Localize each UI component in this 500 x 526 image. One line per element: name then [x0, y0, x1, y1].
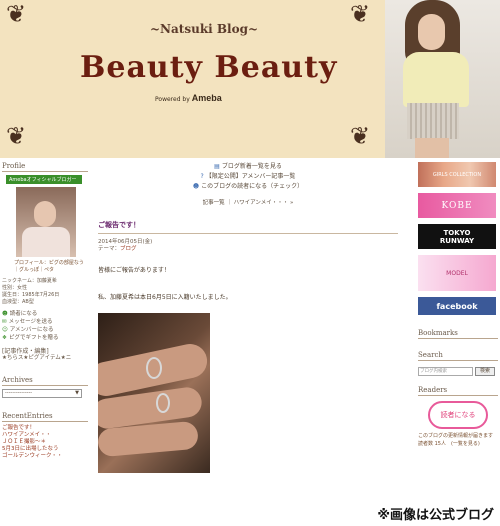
- link-amember-list[interactable]: ? 【限定公開】アメンバー記事一覧: [98, 172, 398, 182]
- action-message[interactable]: ✉ メッセージを送る: [2, 318, 88, 326]
- action-subscribe[interactable]: ☻ 読者になる: [2, 310, 88, 318]
- search-heading: Search: [418, 351, 498, 361]
- official-blogger-badge[interactable]: Amebaオフィシャルブロガー: [6, 175, 82, 184]
- recent-item[interactable]: ゴールデンウィーク・・: [2, 453, 88, 460]
- ameba-logo: Ameba: [191, 93, 222, 103]
- envelope-icon: ✉: [2, 319, 7, 325]
- subscribe-button[interactable]: 読者になる: [428, 401, 488, 429]
- chevron-down-icon: ▼: [75, 390, 79, 396]
- powered-prefix: Powered by: [155, 96, 190, 103]
- left-sidebar: Profile Amebaオフィシャルブロガー プロフィール：ピグの部屋なう｜グ…: [2, 162, 88, 507]
- banner-girls-collection[interactable]: GIRLS COLLECTION: [418, 162, 496, 187]
- link-new-entries[interactable]: ▤ ブログ新着一覧を見る: [98, 162, 398, 172]
- header-photo: [385, 0, 500, 158]
- reader-info: このブログの更新情報が届きます: [418, 433, 494, 439]
- profile-heading: Profile: [2, 162, 88, 172]
- search-button[interactable]: 検索: [475, 367, 495, 376]
- meta-nickname: ニックネーム：加藤夏希: [2, 278, 57, 284]
- entry-paragraph: 私、加藤夏希は本日6月5日に入籍いたしました。: [98, 294, 232, 301]
- link-subscribe[interactable]: ☻ このブログの読者になる（チェック）: [98, 182, 398, 192]
- readers-heading: Readers: [418, 386, 498, 396]
- meta-birthday: 誕生日：1985年7月26日: [2, 292, 60, 298]
- search-input[interactable]: ブログ内検索: [418, 367, 473, 376]
- banner-facebook[interactable]: facebook: [418, 297, 496, 315]
- kiji-links[interactable]: ★ちらス★ピグアイテム★ニ: [2, 355, 88, 362]
- reader-icon: ☻: [2, 311, 8, 317]
- recent-item[interactable]: ＪＯＩＥ撮影～＊: [2, 439, 88, 446]
- recent-section: RecentEntries ご報告です！ ハワイアンメイ・・ ＪＯＩＥ撮影～＊ …: [2, 412, 88, 460]
- banner-kobe-collection[interactable]: KOBE: [418, 193, 496, 218]
- person-icon: ☺: [2, 327, 8, 333]
- powered-by: Powered by Ameba: [155, 93, 222, 103]
- archives-select[interactable]: --------------- ▼: [2, 389, 82, 398]
- theme-link[interactable]: ブログ: [120, 246, 137, 252]
- recent-item[interactable]: ハワイアンメイ・・: [2, 432, 88, 439]
- search-row: ブログ内検索 検索: [418, 367, 498, 376]
- ring-photo[interactable]: [98, 313, 210, 473]
- gift-icon: ❖: [2, 335, 7, 341]
- bookmarks-heading: Bookmarks: [418, 329, 498, 339]
- banner-model[interactable]: MODEL: [418, 255, 496, 291]
- entry-theme: テーマ：ブログ: [98, 246, 137, 252]
- entry-date: 2014年06月05日(金): [98, 239, 153, 245]
- blog-title[interactable]: Beauty Beauty: [80, 50, 337, 85]
- top-links: ▤ ブログ新着一覧を見る ? 【限定公開】アメンバー記事一覧 ☻ このブログの読者にな…: [98, 162, 398, 192]
- action-gift[interactable]: ❖ ピグでギフトを贈る: [2, 334, 88, 342]
- entry-paragraph: 皆様にご報告があります！: [98, 267, 170, 274]
- right-sidebar: GIRLS COLLECTION KOBE TOKYO RUNWAY MODEL …: [418, 162, 498, 507]
- banner-tokyo-runway[interactable]: TOKYO RUNWAY: [418, 224, 496, 249]
- entry-nav[interactable]: 記事一覧 ｜ ハワイアンメイ・・・ »: [98, 198, 398, 206]
- recent-item[interactable]: 5月3日に出場したなう: [2, 446, 88, 453]
- recent-item[interactable]: ご報告です！: [2, 425, 88, 432]
- main-content: ▤ ブログ新着一覧を見る ? 【限定公開】アメンバー記事一覧 ☻ このブログの読者にな…: [98, 162, 398, 507]
- profile-actions: ☻ 読者になる ✉ メッセージを送る ☺ アメンバーになる ❖ ピグでギフトを贈る: [2, 310, 88, 342]
- profile-meta: ニックネーム：加藤夏希 性別：女性 誕生日：1985年7月26日 血液型：AB型: [2, 278, 88, 306]
- archives-section: Archives --------------- ▼: [2, 376, 88, 398]
- entry-date-block: 2014年06月05日(金) テーマ：ブログ: [98, 239, 398, 253]
- ornament-top-left: ❦: [6, 0, 27, 28]
- entry-title[interactable]: ご報告です！: [98, 220, 398, 234]
- reader-count[interactable]: 読者数 15人 (一覧を見る): [418, 441, 498, 448]
- profile-links[interactable]: プロフィール：ピグの部屋なう｜グルっぽ｜ペタ: [2, 260, 88, 274]
- kiji-heading[interactable]: [記事作成・編集]: [2, 346, 88, 355]
- archives-heading: Archives: [2, 376, 88, 386]
- reader-icon: ☻: [192, 183, 200, 190]
- question-icon: ?: [200, 173, 204, 180]
- ornament-bottom-left: ❦: [6, 122, 27, 150]
- list-icon: ▤: [214, 163, 220, 170]
- watermark: ※画像は公式ブログ: [375, 504, 496, 523]
- ornament-bottom-right: ❦: [350, 122, 371, 150]
- meta-bloodtype: 血液型：AB型: [2, 299, 34, 305]
- profile-photo[interactable]: [16, 187, 76, 257]
- blog-header: ❦ ❦ ❦ ❦ ~Natsuki Blog~ Beauty Beauty Pow…: [0, 0, 500, 158]
- meta-gender: 性別：女性: [2, 285, 28, 291]
- blog-subtitle: ~Natsuki Blog~: [150, 22, 259, 36]
- action-amember[interactable]: ☺ アメンバーになる: [2, 326, 88, 334]
- recent-heading: RecentEntries: [2, 412, 88, 422]
- ornament-top-right: ❦: [350, 0, 371, 28]
